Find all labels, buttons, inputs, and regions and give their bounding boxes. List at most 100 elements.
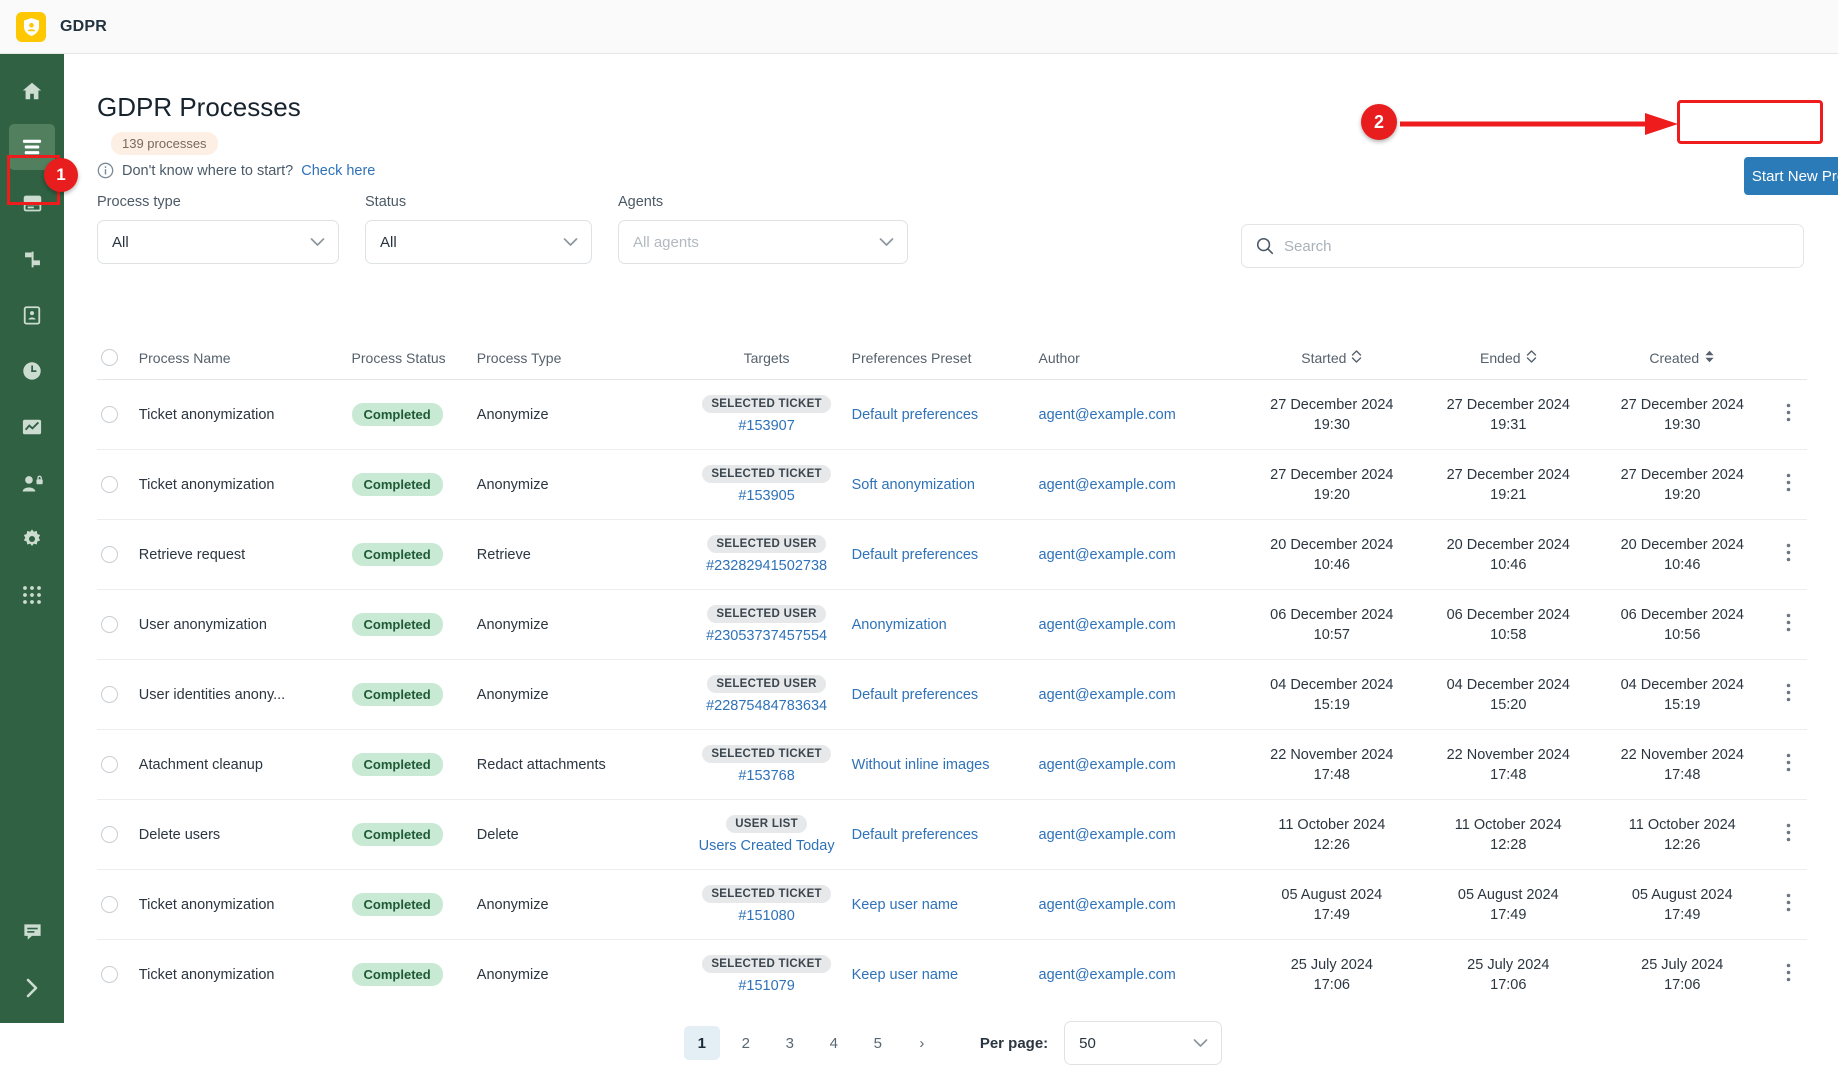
col-header-ended[interactable]: Ended [1421, 350, 1595, 366]
cell-process-status: Completed [351, 403, 477, 426]
sidebar-expand-button[interactable] [9, 965, 55, 1011]
col-header-process-name[interactable]: Process Name [139, 350, 352, 366]
process-type-value: All [112, 233, 129, 251]
table-row[interactable]: Ticket anonymization Completed Anonymize SE… [97, 380, 1807, 450]
row-actions-button[interactable] [1769, 403, 1807, 426]
preferences-link[interactable]: Default preferences [852, 407, 979, 423]
cell-process-name: User anonymization [138, 616, 267, 633]
table-row[interactable]: Ticket anonymization Completed Anonymize SE… [97, 450, 1807, 520]
sort-toggle-icon[interactable] [1351, 349, 1362, 366]
per-page-select[interactable]: 50 [1064, 1021, 1223, 1065]
target-link[interactable]: #151079 [690, 978, 844, 994]
preferences-link[interactable]: Keep user name [852, 967, 958, 983]
started-date: 22 November 2024 [1270, 746, 1394, 763]
author-link[interactable]: agent@example.com [1039, 547, 1176, 563]
row-checkbox[interactable] [97, 826, 139, 843]
target-link[interactable]: #151080 [690, 908, 844, 924]
check-here-link[interactable]: Check here [301, 163, 375, 179]
cell-process-type: Retrieve [476, 546, 531, 563]
sort-active-icon[interactable] [1704, 350, 1715, 366]
author-link[interactable]: agent@example.com [1039, 757, 1176, 773]
author-link[interactable]: agent@example.com [1039, 897, 1176, 913]
table-row[interactable]: Atachment cleanup Completed Redact attachm… [97, 730, 1807, 800]
author-link[interactable]: agent@example.com [1039, 477, 1176, 493]
sort-toggle-icon[interactable] [1526, 349, 1537, 366]
row-actions-button[interactable] [1769, 543, 1807, 566]
sidebar-item-workflows[interactable] [9, 236, 55, 282]
table-row[interactable]: User identities anony... Completed Anonymi… [97, 660, 1807, 730]
target-link[interactable]: Users Created Today [690, 838, 844, 854]
table-row[interactable]: Ticket anonymization Completed Anonymize SE… [97, 940, 1807, 1010]
page-button-3[interactable]: 3 [772, 1026, 808, 1060]
preferences-link[interactable]: Default preferences [852, 827, 979, 843]
row-actions-button[interactable] [1769, 963, 1807, 986]
target-link[interactable]: #153768 [690, 768, 844, 784]
col-header-author[interactable]: Author [1039, 350, 1243, 366]
start-new-process-button[interactable]: Start New Process [1744, 157, 1838, 195]
row-actions-button[interactable] [1769, 823, 1807, 846]
page-button-2[interactable]: 2 [728, 1026, 764, 1060]
preferences-link[interactable]: Soft anonymization [852, 477, 975, 493]
row-actions-button[interactable] [1769, 753, 1807, 776]
row-checkbox[interactable] [97, 896, 139, 913]
cell-process-name: Ticket anonymization [138, 896, 275, 913]
sidebar-item-requests[interactable] [9, 292, 55, 338]
select-all-checkbox[interactable] [97, 349, 139, 366]
preferences-link[interactable]: Default preferences [852, 547, 979, 563]
status-select[interactable]: All [365, 220, 592, 264]
preferences-link[interactable]: Default preferences [852, 687, 979, 703]
col-header-started[interactable]: Started [1242, 350, 1421, 366]
author-link[interactable]: agent@example.com [1039, 967, 1176, 983]
cell-created: 27 December 2024 19:20 [1595, 467, 1769, 503]
col-header-process-status[interactable]: Process Status [352, 350, 477, 366]
author-link[interactable]: agent@example.com [1039, 617, 1176, 633]
author-link[interactable]: agent@example.com [1039, 687, 1176, 703]
preferences-link[interactable]: Keep user name [852, 897, 958, 913]
target-link[interactable]: #22875484783634 [690, 698, 844, 714]
row-checkbox[interactable] [97, 756, 139, 773]
table-row[interactable]: Ticket anonymization Completed Anonymize SE… [97, 870, 1807, 940]
page-button-1[interactable]: 1 [683, 1026, 720, 1060]
page-button-5[interactable]: 5 [860, 1026, 896, 1060]
sidebar-item-settings[interactable] [9, 516, 55, 562]
sidebar-item-reports[interactable] [9, 404, 55, 450]
target-link[interactable]: #23282941502738 [690, 558, 844, 574]
col-header-preferences-preset[interactable]: Preferences Preset [844, 350, 1039, 366]
agents-select[interactable]: All agents [618, 220, 908, 264]
row-checkbox[interactable] [97, 476, 139, 493]
row-actions-button[interactable] [1769, 683, 1807, 706]
target-link[interactable]: #23053737457554 [690, 628, 844, 644]
row-checkbox[interactable] [97, 686, 139, 703]
table-row[interactable]: Retrieve request Completed Retrieve SELECTE… [97, 520, 1807, 590]
sidebar-item-home[interactable] [9, 68, 55, 114]
sidebar-item-apps[interactable] [9, 572, 55, 618]
started-time: 10:46 [1313, 556, 1350, 573]
row-checkbox[interactable] [97, 406, 139, 423]
table-row[interactable]: User anonymization Completed Anonymize SELE… [97, 590, 1807, 660]
process-type-select[interactable]: All [97, 220, 339, 264]
row-checkbox[interactable] [97, 546, 139, 563]
author-link[interactable]: agent@example.com [1039, 407, 1176, 423]
col-header-created[interactable]: Created [1595, 350, 1769, 366]
author-link[interactable]: agent@example.com [1039, 827, 1176, 843]
page-button-4[interactable]: 4 [816, 1026, 852, 1060]
row-checkbox[interactable] [97, 966, 139, 983]
cell-author: agent@example.com [1039, 897, 1243, 913]
ended-time: 15:20 [1490, 696, 1527, 713]
row-checkbox[interactable] [97, 616, 139, 633]
next-page-button[interactable]: › [904, 1026, 940, 1060]
target-link[interactable]: #153907 [690, 418, 844, 434]
sidebar-item-history[interactable] [9, 348, 55, 394]
sidebar-item-support-chat[interactable] [9, 909, 55, 955]
row-actions-button[interactable] [1769, 893, 1807, 916]
search-input[interactable]: Search [1241, 224, 1804, 268]
preferences-link[interactable]: Without inline images [852, 757, 990, 773]
target-link[interactable]: #153905 [690, 488, 844, 504]
table-row[interactable]: Delete users Completed Delete USER LIST User… [97, 800, 1807, 870]
preferences-link[interactable]: Anonymization [852, 617, 947, 633]
col-header-process-type[interactable]: Process Type [477, 350, 690, 366]
col-header-targets[interactable]: Targets [690, 350, 844, 366]
sidebar-item-permissions[interactable] [9, 460, 55, 506]
row-actions-button[interactable] [1769, 473, 1807, 496]
row-actions-button[interactable] [1769, 613, 1807, 636]
